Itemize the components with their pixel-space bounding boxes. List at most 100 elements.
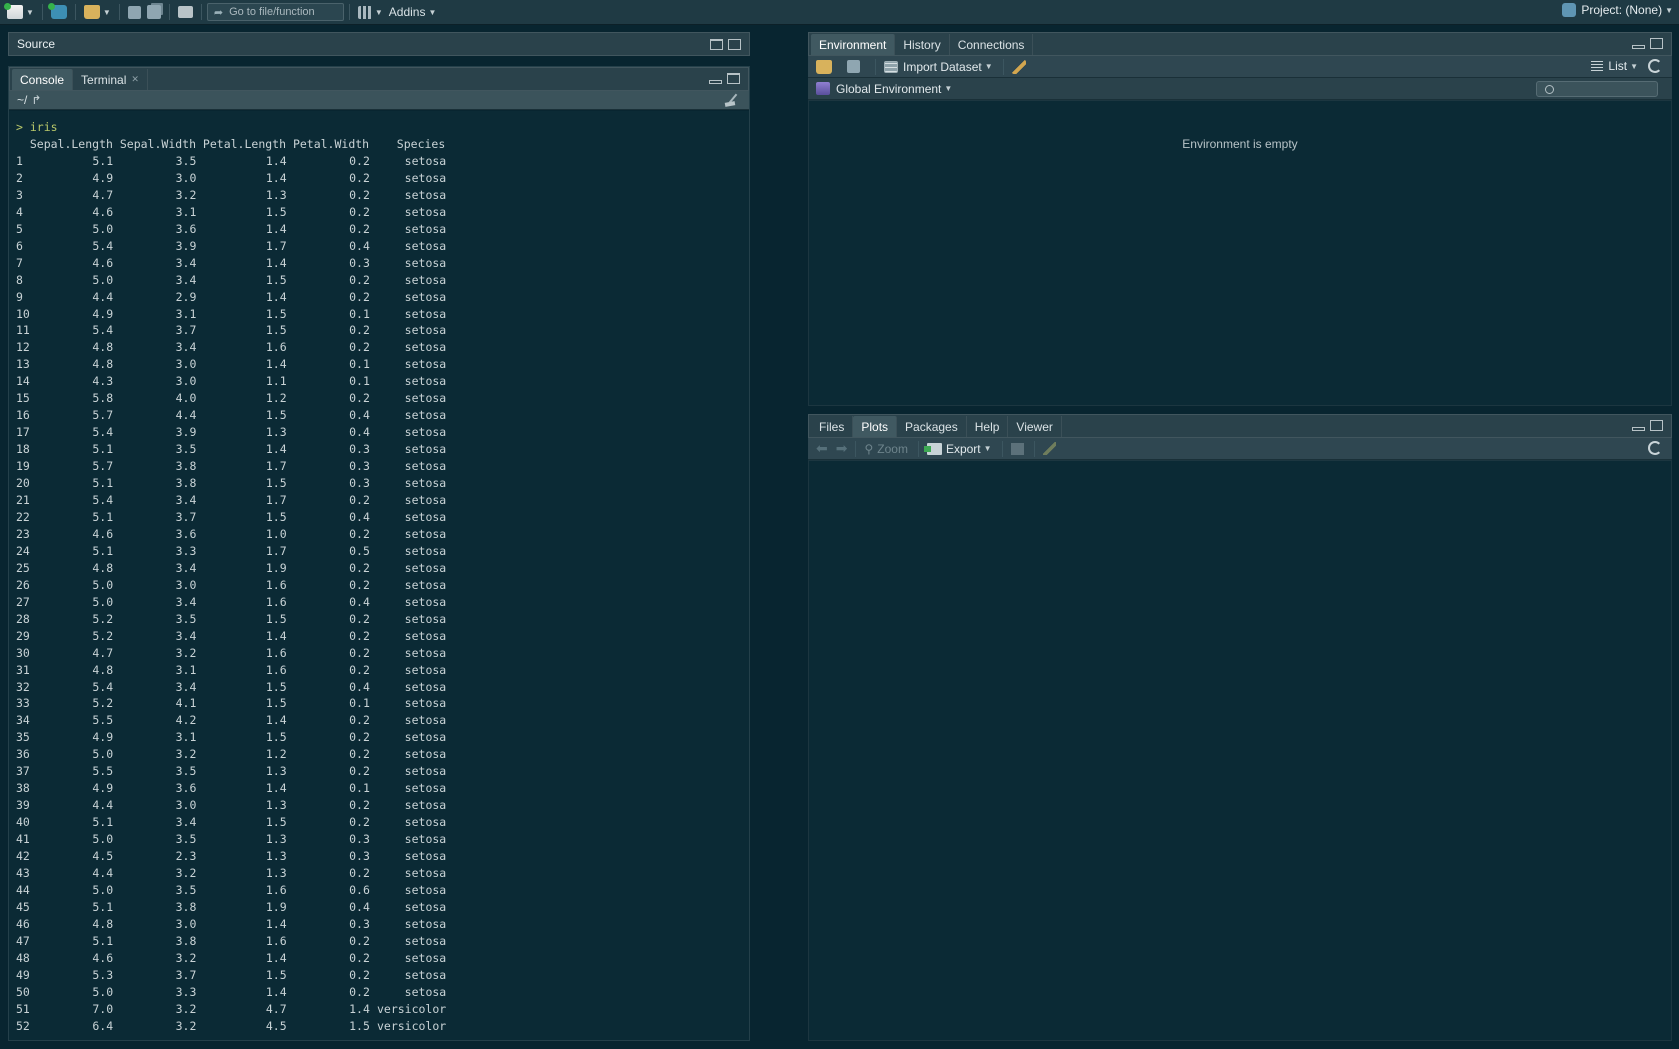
clear-console-icon[interactable] (725, 93, 741, 107)
value-cell: 0.2 (349, 933, 370, 948)
tab-viewer-label: Viewer (1016, 419, 1053, 434)
value-cell: 0.4 (349, 679, 370, 694)
print-button[interactable] (175, 2, 196, 22)
value-cell: 4.5 (92, 849, 114, 864)
species-cell: setosa (404, 645, 447, 660)
view-mode-menu[interactable]: List ▼ (1591, 59, 1638, 73)
next-plot-icon[interactable]: ➡ (836, 440, 848, 457)
maximize-icon[interactable] (1650, 38, 1663, 49)
value-cell: 3.8 (175, 459, 197, 474)
save-all-button[interactable] (144, 2, 164, 22)
tab-terminal[interactable]: Terminal ✕ (73, 69, 148, 90)
value-cell: 3.0 (175, 798, 197, 813)
table-row: 27 5.0 3.4 1.6 0.4 setosa (16, 594, 749, 611)
go-to-file-input[interactable]: ➦ Go to file/function (206, 3, 344, 21)
clear-workspace-button[interactable] (1011, 59, 1031, 74)
species-cell: versicolor (376, 1001, 447, 1016)
value-cell: 3.8 (175, 899, 197, 914)
species-cell: setosa (404, 408, 447, 423)
value-cell: 3.6 (175, 221, 197, 236)
value-cell: 1.4 (265, 221, 287, 236)
tab-packages[interactable]: Packages (897, 416, 967, 437)
species-cell: setosa (404, 459, 447, 474)
import-dataset-button[interactable]: Import Dataset ▼ (884, 60, 993, 74)
working-directory[interactable]: ~/ (17, 93, 27, 107)
tab-console[interactable]: Console (12, 69, 74, 90)
value-cell: 3.5 (175, 832, 197, 847)
value-cell: 1.9 (265, 899, 287, 914)
source-title[interactable]: Source (17, 37, 55, 51)
load-workspace-button[interactable] (816, 59, 837, 74)
save-workspace-button[interactable] (847, 60, 865, 73)
console-output[interactable]: > iris Sepal.Length Sepal.Width Petal.Le… (9, 111, 749, 1040)
value-cell: 5.7 (92, 459, 114, 474)
save-button[interactable] (125, 2, 144, 22)
remove-plot-icon[interactable] (1010, 442, 1024, 455)
export-menu[interactable]: Export ▼ (923, 442, 992, 456)
row-index: 39 (16, 798, 30, 813)
value-cell: 3.7 (175, 967, 197, 982)
table-row: 10 4.9 3.1 1.5 0.1 setosa (16, 306, 749, 323)
row-index: 36 (16, 747, 30, 762)
tab-files-label: Files (819, 419, 845, 434)
row-index: 15 (16, 391, 30, 406)
value-cell: 1.5 (265, 967, 287, 982)
row-index: 49 (16, 967, 30, 982)
tab-viewer[interactable]: Viewer (1008, 416, 1062, 437)
value-cell: 1.4 (265, 781, 287, 796)
species-cell: setosa (404, 899, 447, 914)
zoom-button[interactable]: ⚲ Zoom (864, 442, 907, 456)
value-cell: 1.9 (265, 560, 287, 575)
tab-history[interactable]: History (895, 34, 950, 55)
restore-icon[interactable] (727, 73, 740, 84)
species-cell: setosa (404, 272, 447, 287)
maximize-icon[interactable] (1650, 420, 1663, 431)
previous-plot-icon[interactable]: ⬅ (816, 440, 828, 457)
toolbar-divider (917, 440, 919, 457)
table-row: 40 5.1 3.4 1.5 0.2 setosa (16, 814, 749, 831)
minimize-icon[interactable] (1632, 45, 1645, 49)
maximize-icon[interactable] (728, 39, 741, 50)
value-cell: 3.5 (175, 442, 197, 457)
go-to-directory-icon[interactable]: ↱ (31, 93, 41, 107)
pane-layout-button[interactable]: ▼ (355, 2, 386, 22)
value-cell: 4.9 (92, 730, 114, 745)
value-cell: 5.2 (92, 628, 114, 643)
toolbar-divider (1001, 440, 1003, 457)
value-cell: 3.2 (175, 187, 197, 202)
value-cell: 3.5 (175, 882, 197, 897)
toolbar-divider (118, 4, 120, 20)
refresh-icon[interactable] (1648, 59, 1662, 73)
new-project-button[interactable] (47, 2, 70, 22)
open-file-button[interactable]: ▼ (81, 2, 114, 22)
new-file-button[interactable]: ▼ (4, 2, 37, 22)
tab-connections[interactable]: Connections (950, 34, 1034, 55)
value-cell: 1.3 (265, 425, 287, 440)
refresh-icon[interactable] (1648, 441, 1662, 455)
species-cell: setosa (404, 967, 447, 982)
value-cell: 0.1 (349, 306, 370, 321)
value-cell: 0.2 (349, 204, 370, 219)
table-row: 32 5.4 3.4 1.5 0.4 setosa (16, 679, 749, 696)
value-cell: 3.1 (175, 204, 197, 219)
table-row: 46 4.8 3.0 1.4 0.3 setosa (16, 916, 749, 933)
close-icon[interactable]: ✕ (131, 74, 139, 85)
minimize-icon[interactable] (1632, 427, 1645, 431)
value-cell: 4.4 (92, 798, 114, 813)
value-cell: 5.1 (92, 815, 114, 830)
value-cell: 2.9 (175, 289, 197, 304)
tab-help[interactable]: Help (967, 416, 1009, 437)
species-cell: setosa (404, 425, 447, 440)
tab-environment[interactable]: Environment (811, 34, 896, 55)
global-environment-menu[interactable]: Global Environment ▼ (816, 82, 952, 96)
tab-plots[interactable]: Plots (853, 416, 898, 437)
species-cell: setosa (404, 340, 447, 355)
broom-icon[interactable] (1042, 442, 1056, 455)
tab-files[interactable]: Files (811, 416, 854, 437)
restore-icon[interactable] (710, 39, 723, 50)
addins-menu[interactable]: Addins ▼ (386, 2, 440, 22)
project-menu[interactable]: Project: (None) ▼ (1562, 3, 1673, 17)
value-cell: 0.1 (349, 374, 370, 389)
minimize-icon[interactable] (709, 80, 722, 84)
environment-search-input[interactable] (1536, 81, 1658, 97)
